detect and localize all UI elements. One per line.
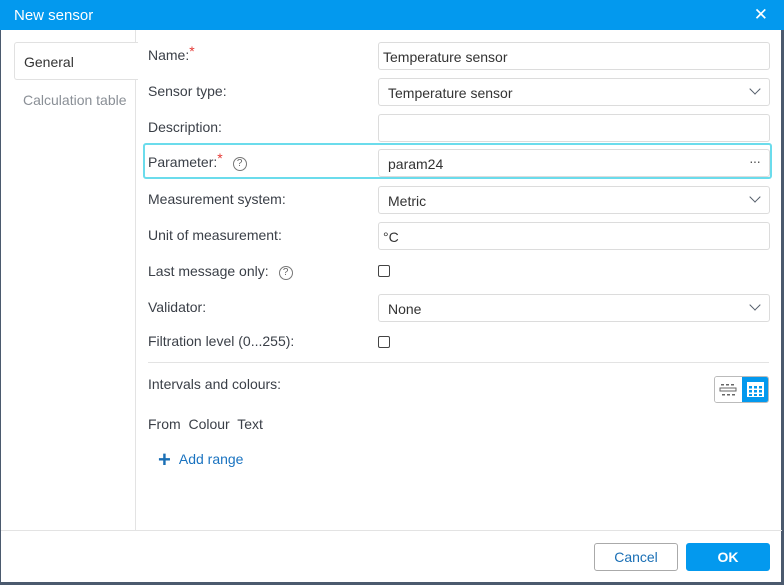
unit-label: Unit of measurement: <box>148 227 282 243</box>
help-icon[interactable]: ? <box>232 157 247 171</box>
list-view-icon <box>719 384 737 396</box>
plus-icon: + <box>158 447 171 472</box>
grid-view-button[interactable] <box>742 377 768 402</box>
filtration-checkbox[interactable] <box>378 336 390 348</box>
add-range-label: Add range <box>178 451 244 467</box>
chevron-down-icon <box>749 83 761 95</box>
intervals-label: Intervals and colours: <box>148 376 282 392</box>
dialog-header: New sensor ✕ <box>0 0 784 30</box>
measurement-system-select[interactable]: Metric <box>378 186 770 214</box>
last-message-only-label: Last message only:? <box>148 263 293 280</box>
sensor-type-value: Temperature sensor <box>388 85 513 101</box>
parameter-value: param24 <box>388 156 444 172</box>
column-from: From <box>148 416 181 432</box>
unit-input[interactable]: °C <box>378 222 770 250</box>
validator-select[interactable]: None <box>378 294 770 322</box>
validator-value: None <box>388 301 422 317</box>
parameter-input[interactable]: param24 ··· <box>378 149 770 177</box>
close-icon[interactable]: ✕ <box>754 5 768 25</box>
ok-button[interactable]: OK <box>686 543 770 571</box>
filtration-label: Filtration level (0...255): <box>148 333 295 349</box>
column-colour: Colour <box>188 416 230 432</box>
description-label: Description: <box>148 119 222 135</box>
parameter-label: Parameter:*? <box>148 150 247 171</box>
sensor-type-select[interactable]: Temperature sensor <box>378 78 770 106</box>
dialog-title: New sensor <box>14 7 94 24</box>
more-icon[interactable]: ··· <box>749 153 761 169</box>
tab-calculation-table[interactable]: Calculation table <box>14 81 137 119</box>
view-toggle <box>714 376 769 403</box>
intervals-columns: From Colour Text <box>148 416 263 432</box>
required-mark: * <box>217 150 223 166</box>
tab-general[interactable]: General <box>14 42 138 80</box>
sidebar: General Calculation table <box>1 30 138 530</box>
help-icon[interactable]: ? <box>278 266 293 280</box>
last-message-only-checkbox[interactable] <box>378 265 390 277</box>
cancel-button[interactable]: Cancel <box>594 543 678 571</box>
list-view-button[interactable] <box>715 377 742 402</box>
name-input[interactable]: Temperature sensor <box>378 42 770 70</box>
sensor-type-label: Sensor type: <box>148 83 227 99</box>
name-label: Name:* <box>148 43 195 63</box>
footer-divider <box>1 530 782 531</box>
description-input[interactable] <box>378 114 770 142</box>
validator-label: Validator: <box>148 299 207 315</box>
required-mark: * <box>189 43 195 59</box>
measurement-system-label: Measurement system: <box>148 191 286 207</box>
chevron-down-icon <box>749 191 761 203</box>
add-range-button[interactable]: + Add range <box>158 447 243 473</box>
measurement-system-value: Metric <box>388 193 427 209</box>
grid-view-icon <box>747 382 764 397</box>
column-text: Text <box>237 416 263 432</box>
chevron-down-icon <box>749 299 761 311</box>
divider <box>148 362 769 363</box>
